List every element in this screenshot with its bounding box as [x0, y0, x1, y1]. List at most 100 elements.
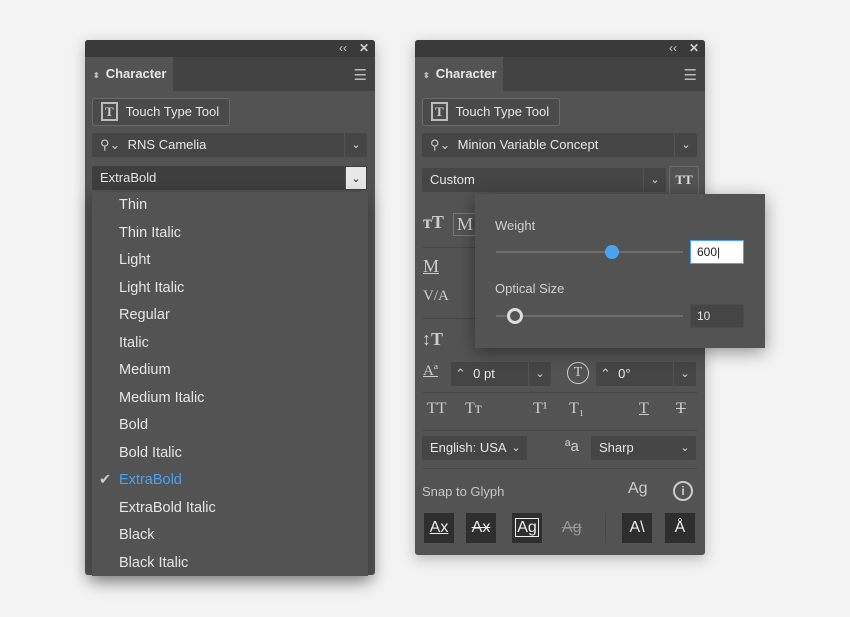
touch-type-icon: T [431, 102, 448, 121]
weight-input[interactable]: 600| [690, 240, 744, 264]
font-style-option[interactable]: Bold [92, 412, 368, 440]
optical-size-slider[interactable] [496, 315, 683, 317]
option-label: Bold Italic [119, 444, 182, 461]
font-style-option[interactable]: ✔ ExtraBold [92, 467, 368, 495]
antialias-value: Sharp [599, 440, 634, 455]
font-style-option[interactable]: Thin [92, 192, 368, 220]
baseline-value: 0 pt [473, 366, 495, 381]
baseline-snap-button[interactable]: Ax [424, 513, 454, 543]
search-icon: ⚲⌄ [100, 137, 121, 152]
language-value: English: USA [430, 440, 507, 455]
tracking-icon: V/A [423, 288, 449, 304]
weight-slider[interactable] [496, 251, 683, 253]
touch-type-button[interactable]: T Touch Type Tool [422, 98, 561, 126]
collapse-icon[interactable]: ‹‹ [339, 41, 347, 55]
touch-type-icon: T [101, 102, 118, 121]
optical-size-input[interactable]: 10 [690, 304, 744, 328]
touch-type-button[interactable]: T Touch Type Tool [92, 98, 231, 126]
font-style-value: ExtraBold [100, 170, 157, 185]
rotation-value: 0° [618, 366, 631, 381]
rotation-field[interactable]: ⌃ 0° ⌄ [596, 362, 696, 386]
vertical-scale-icon: ↕T [422, 329, 444, 349]
font-style-field[interactable]: ExtraBold ⌄ [92, 166, 367, 190]
tab-label: Character [435, 66, 497, 81]
kerning-icon: M [423, 256, 440, 276]
collapse-icon[interactable]: ‹‹ [669, 41, 677, 55]
font-style-option[interactable]: Regular [92, 302, 368, 330]
option-label: Thin [119, 197, 148, 213]
tab-character[interactable]: ⬍ Character [415, 57, 503, 91]
close-icon[interactable]: ✕ [689, 41, 699, 55]
variable-font-icon[interactable]: TT [669, 166, 699, 196]
tab-character[interactable]: ⬍ Character [85, 57, 173, 91]
superscript-icon[interactable]: T¹ [533, 400, 548, 418]
weight-slider-handle[interactable] [604, 245, 619, 259]
angular-guides-button[interactable]: A\ [622, 513, 652, 543]
option-label: Thin Italic [119, 224, 182, 241]
checkmark-icon: ✔ [99, 472, 112, 488]
font-style-option[interactable]: Italic [92, 330, 368, 358]
snap-to-glyph-label: Snap to Glyph [422, 484, 505, 499]
subscript-icon[interactable]: T₁ [569, 400, 584, 418]
panel-titlebar: ‹‹ ✕ [85, 40, 375, 57]
chevron-down-icon[interactable]: ⌄ [345, 167, 366, 189]
font-style-option[interactable]: ExtraBold Italic [92, 495, 368, 523]
search-icon: ⚲⌄ [430, 137, 451, 152]
font-family-field[interactable]: ⚲⌄ Minion Variable Concept ⌄ [422, 133, 697, 157]
proximity-guides-icon[interactable]: Ag [562, 513, 582, 543]
font-style-option[interactable]: Bold Italic [92, 440, 368, 468]
chevron-down-icon[interactable]: ⌄ [643, 168, 666, 192]
variable-font-popover: Weight 600| Optical Size 10 [475, 194, 765, 348]
baseline-shift-icon: Aª [423, 363, 438, 379]
font-style-option[interactable]: Light Italic [92, 275, 368, 303]
glyph-bounds-icon[interactable]: Ag [628, 480, 648, 498]
optical-size-value: 10 [697, 309, 711, 323]
glyph-bounds-snap-button[interactable]: Ag [512, 513, 542, 543]
option-label: Regular [119, 307, 170, 323]
option-label: ExtraBold [119, 472, 182, 488]
option-label: Medium Italic [119, 389, 205, 406]
touch-type-label: Touch Type Tool [125, 104, 220, 119]
small-caps-icon[interactable]: Tт [465, 400, 482, 418]
info-icon[interactable]: i [673, 481, 693, 501]
weight-label: Weight [495, 218, 536, 233]
baseline-shift-field[interactable]: ⌃ 0 pt ⌄ [451, 362, 551, 386]
option-label: ExtraBold Italic [119, 499, 216, 516]
touch-type-label: Touch Type Tool [455, 104, 550, 119]
option-label: Light [119, 252, 151, 268]
font-style-option[interactable]: Black Italic [92, 550, 368, 578]
optical-size-slider-handle[interactable] [506, 308, 523, 324]
font-style-value: Custom [430, 172, 475, 187]
font-family-field[interactable]: ⚲⌄ RNS Camelia ⌄ [92, 133, 367, 157]
font-style-field[interactable]: Custom ⌄ [422, 168, 666, 192]
language-select[interactable]: English: USA ⌄ [422, 436, 527, 460]
font-style-option[interactable]: Medium Italic [92, 385, 368, 413]
option-label: Black [119, 527, 155, 543]
optical-size-label: Optical Size [495, 281, 565, 296]
chevron-down-icon[interactable]: ⌄ [344, 133, 367, 157]
chevron-down-icon[interactable]: ⌄ [674, 133, 697, 157]
anchor-point-button[interactable]: Å [665, 513, 695, 543]
font-size-icon: ᴛT [423, 212, 444, 232]
tab-label: Character [105, 66, 167, 81]
rotation-icon: T [567, 362, 589, 384]
panel-menu-icon[interactable]: ☰ [354, 66, 367, 84]
all-caps-icon[interactable]: TT [427, 400, 447, 418]
font-style-option[interactable]: Black [92, 522, 368, 550]
antialias-select[interactable]: Sharp ⌄ [591, 436, 696, 460]
font-style-option[interactable]: Thin Italic [92, 220, 368, 248]
option-label: Medium [119, 362, 171, 378]
underline-icon[interactable]: T [639, 400, 649, 418]
font-style-option[interactable]: Medium [92, 357, 368, 385]
option-label: Bold [119, 417, 149, 433]
antialias-icon: ªa [565, 438, 579, 455]
strikethrough-icon[interactable]: T [676, 400, 686, 418]
font-style-option[interactable]: Light [92, 247, 368, 275]
updown-icon: ⬍ [423, 71, 430, 80]
font-style-dropdown: Thin Thin Italic Light Light Italic Regular I… [92, 192, 368, 576]
weight-value: 600 [697, 245, 718, 259]
leading-icon: M [453, 213, 478, 236]
close-icon[interactable]: ✕ [359, 41, 369, 55]
panel-menu-icon[interactable]: ☰ [684, 66, 697, 84]
x-height-snap-button[interactable]: Ax [466, 513, 496, 543]
